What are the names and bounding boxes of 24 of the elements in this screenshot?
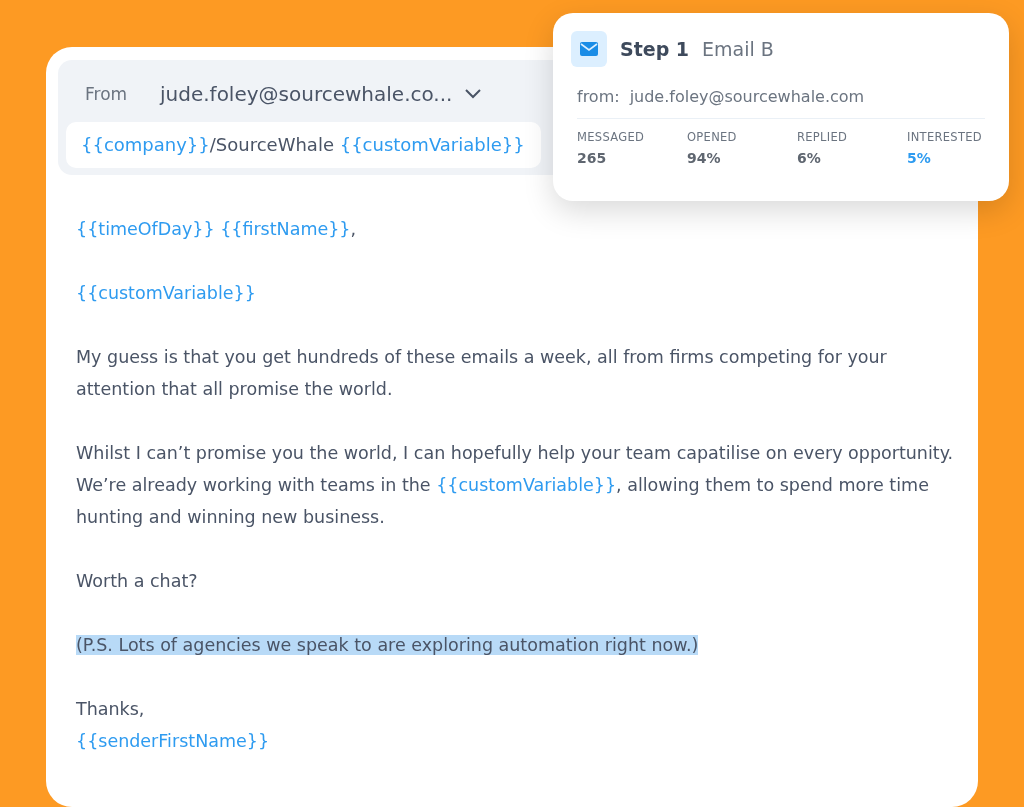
stat-value: 5% (907, 150, 932, 166)
stat-value: 6% (797, 150, 822, 166)
stat-value: 94% (687, 150, 722, 166)
email-paragraph: Thanks, {{senderFirstName}} (76, 699, 270, 751)
variant-name: Email B (702, 38, 774, 60)
stat-label: REPLIED (797, 130, 849, 144)
chevron-down-icon[interactable] (464, 88, 483, 100)
from-label: From (85, 84, 129, 104)
envelope-icon (571, 31, 607, 67)
email-paragraph: Worth a chat? (76, 571, 198, 591)
stat-label: MESSAGED (577, 130, 646, 144)
subject-field[interactable]: {{company}}/SourceWhale {{customVariable}} (66, 122, 541, 168)
from-address[interactable]: jude.foley@sourcewhale.co... (160, 82, 453, 106)
email-paragraph: My guess is that you get hundreds of these emails a week, all from firms competing for your attention that all promise the world. (76, 347, 887, 399)
step-title: Step 1 (620, 38, 690, 60)
email-paragraph: Whilst I can’t promise you the world, I can hopefully help your team capatilise on every opportunity. We’re already working with teams in the {{customVariable}}, allowing them to spend more time hunting and winning new business. (76, 443, 954, 527)
stat-label: OPENED (687, 130, 738, 144)
email-paragraph: {{customVariable}} (76, 283, 256, 303)
from-label: from: (577, 87, 620, 106)
stat-label: INTERESTED (907, 130, 983, 144)
email-paragraph: {{timeOfDay}} {{firstName}}, (76, 219, 357, 239)
selected-paragraph: (P.S. Lots of agencies we speak to are exploring automation right now.) (76, 635, 699, 655)
from-address: jude.foley@sourcewhale.com (629, 87, 865, 106)
stat-value: 265 (577, 150, 608, 166)
